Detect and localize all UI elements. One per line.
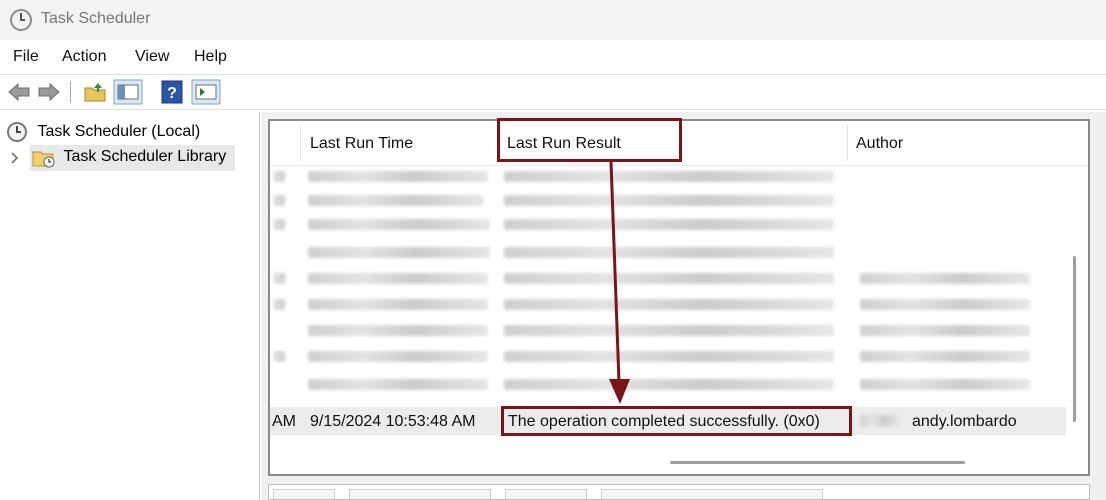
column-header-last-run-time[interactable]: Last Run Time (310, 135, 413, 153)
menu-action[interactable]: Action (62, 48, 106, 66)
help-icon[interactable]: ? (160, 79, 184, 105)
forward-arrow-icon[interactable] (36, 79, 62, 105)
tab[interactable] (601, 489, 823, 499)
highlight-box-result-cell (501, 406, 852, 436)
menu-bar: File Action View Help (0, 40, 1106, 75)
show-hide-console-tree-icon[interactable] (113, 79, 143, 105)
details-tab-strip (268, 484, 1090, 500)
menu-view[interactable]: View (135, 48, 169, 66)
task-scheduler-icon (10, 9, 32, 31)
toolbar-separator (70, 81, 71, 103)
cell-author: andy.lombardo (912, 413, 1017, 430)
tab[interactable] (349, 489, 491, 499)
tree-item-library[interactable]: Task Scheduler Library (30, 145, 235, 171)
cell-last-run-time: 9/15/2024 10:53:48 AM (310, 413, 476, 430)
clock-icon (7, 122, 27, 142)
highlight-box-column-header (497, 118, 682, 162)
chevron-right-icon[interactable] (10, 151, 20, 165)
title-bar: Task Scheduler (0, 0, 1106, 40)
tab[interactable] (273, 489, 335, 499)
menu-file[interactable]: File (13, 48, 39, 66)
toolbar: ? (0, 75, 1106, 110)
show-hide-action-pane-icon[interactable] (191, 79, 221, 105)
svg-text:?: ? (167, 85, 177, 102)
tab[interactable] (505, 489, 587, 499)
cell-name-fragment: AM (272, 413, 296, 430)
tree-item-local[interactable]: Task Scheduler (Local) (6, 121, 200, 143)
column-header-author[interactable]: Author (856, 135, 903, 153)
vertical-scrollbar[interactable] (1073, 256, 1076, 422)
back-arrow-icon[interactable] (6, 79, 32, 105)
column-divider (300, 125, 301, 161)
folder-clock-icon (32, 151, 55, 168)
up-folder-icon[interactable] (82, 79, 108, 105)
column-divider (847, 125, 848, 161)
menu-help[interactable]: Help (194, 48, 227, 66)
window-title: Task Scheduler (41, 10, 151, 27)
console-tree: Task Scheduler (Local) Task Scheduler Li… (0, 112, 260, 500)
horizontal-scrollbar[interactable] (670, 461, 965, 464)
tree-item-local-label: Task Scheduler (Local) (37, 123, 201, 140)
tree-item-library-label: Task Scheduler Library (63, 148, 227, 165)
redacted-author-prefix (860, 415, 900, 426)
